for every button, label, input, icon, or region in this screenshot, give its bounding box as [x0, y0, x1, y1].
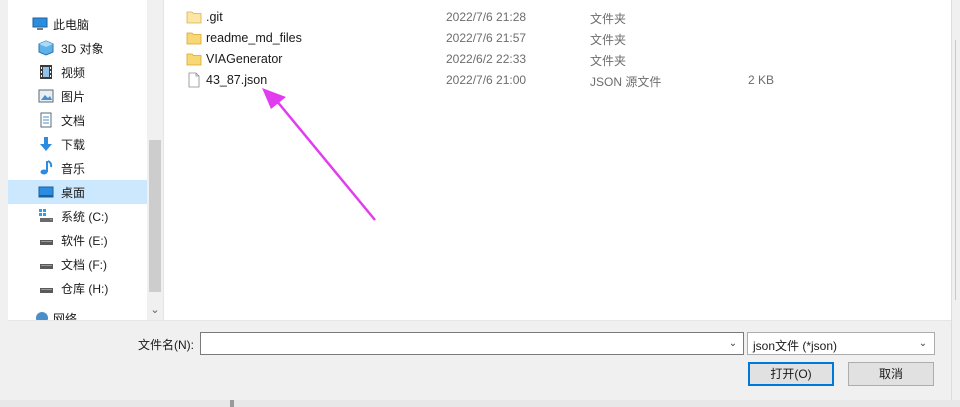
nav-item-pictures[interactable]: 图片	[8, 84, 147, 108]
pictures-icon	[38, 89, 54, 103]
navigation-pane: 此电脑 3D 对象 视频 图片 文档 下载 音乐 桌面 系统 (C:) 软件 (…	[8, 0, 147, 320]
nav-item-label: 仓库 (H:)	[61, 282, 109, 296]
nav-item-label: 网络	[53, 312, 78, 320]
nav-item-network[interactable]: 网络	[8, 304, 147, 320]
file-list: .git 2022/7/6 21:28 文件夹 readme_md_files …	[164, 0, 951, 320]
open-button[interactable]: 打开(O)	[748, 362, 834, 386]
nav-item-desktop[interactable]: 桌面	[8, 180, 147, 204]
desktop-icon	[38, 186, 54, 198]
folder-icon	[186, 32, 202, 45]
nav-scrollbar[interactable]: ⌄	[147, 0, 163, 320]
nav-item-downloads[interactable]: 下载	[8, 132, 147, 156]
nav-item-documents[interactable]: 文档	[8, 108, 147, 132]
computer-icon	[32, 17, 48, 30]
nav-item-label: 图片	[61, 90, 86, 104]
file-name: VIAGenerator	[206, 52, 283, 66]
file-row[interactable]: VIAGenerator 2022/6/2 22:33 文件夹	[164, 48, 951, 69]
folder-icon	[186, 11, 202, 24]
nav-item-music[interactable]: 音乐	[8, 156, 147, 180]
chevron-down-icon[interactable]: ⌄	[914, 333, 932, 354]
window-bottom-edge	[0, 400, 960, 407]
file-type: 文件夹	[590, 33, 627, 47]
cancel-button[interactable]: 取消	[848, 362, 934, 386]
file-name: readme_md_files	[206, 31, 302, 45]
filename-combobox[interactable]: ⌄	[200, 332, 744, 355]
nav-item-drive-h[interactable]: 仓库 (H:)	[8, 276, 147, 300]
network-icon	[36, 312, 48, 320]
drive-icon	[40, 240, 53, 245]
nav-item-label: 软件 (E:)	[61, 234, 108, 248]
file-type: JSON 源文件	[590, 75, 662, 89]
nav-item-label: 音乐	[61, 162, 86, 176]
chevron-down-icon[interactable]: ⌄	[147, 302, 163, 318]
nav-item-label: 下载	[61, 138, 86, 152]
file-size: 2 KB	[748, 73, 775, 87]
file-row[interactable]: .git 2022/7/6 21:28 文件夹	[164, 6, 951, 27]
file-date: 2022/7/6 21:57	[446, 31, 527, 45]
3d-objects-icon	[38, 40, 54, 56]
json-file-icon	[188, 72, 200, 88]
download-icon	[40, 137, 52, 151]
nav-item-label: 此电脑	[53, 18, 90, 32]
nav-item-3d-objects[interactable]: 3D 对象	[8, 36, 147, 60]
window-frame-left	[0, 0, 8, 407]
chevron-down-icon[interactable]: ⌄	[723, 333, 743, 354]
nav-item-this-pc[interactable]: 此电脑	[8, 12, 147, 36]
nav-item-drive-f[interactable]: 文档 (F:)	[8, 252, 147, 276]
file-date: 2022/6/2 22:33	[446, 52, 527, 66]
nav-item-drive-c[interactable]: 系统 (C:)	[8, 204, 147, 228]
dialog-bottom-panel: 文件名(N): ⌄ json文件 (*json) ⌄ 打开(O) 取消	[8, 320, 951, 400]
file-type: 文件夹	[590, 12, 627, 26]
video-icon	[40, 65, 52, 79]
scrollbar-thumb[interactable]	[149, 140, 161, 292]
system-drive-icon	[39, 209, 53, 222]
nav-item-drive-e[interactable]: 软件 (E:)	[8, 228, 147, 252]
nav-item-label: 桌面	[61, 186, 86, 200]
file-name: .git	[206, 10, 223, 24]
file-type: 文件夹	[590, 54, 627, 68]
nav-item-label: 系统 (C:)	[61, 210, 109, 224]
nav-item-label: 文档	[61, 114, 86, 128]
file-name: 43_87.json	[206, 73, 268, 87]
filename-label: 文件名(N):	[138, 338, 194, 352]
nav-item-label: 视频	[61, 66, 86, 80]
music-icon	[40, 160, 53, 175]
window-frame-right	[951, 0, 960, 407]
filename-input[interactable]	[203, 335, 717, 354]
file-date: 2022/7/6 21:28	[446, 10, 527, 24]
drive-icon	[40, 264, 53, 269]
file-date: 2022/7/6 21:00	[446, 73, 527, 87]
file-type-filter[interactable]: json文件 (*json) ⌄	[747, 332, 935, 355]
folder-icon	[186, 53, 202, 66]
nav-item-label: 文档 (F:)	[61, 258, 107, 272]
file-row[interactable]: readme_md_files 2022/7/6 21:57 文件夹	[164, 27, 951, 48]
nav-item-label: 3D 对象	[61, 42, 104, 56]
drive-icon	[40, 288, 53, 293]
file-row[interactable]: 43_87.json 2022/7/6 21:00 JSON 源文件 2 KB	[164, 69, 951, 90]
file-type-filter-value: json文件 (*json)	[753, 339, 838, 353]
nav-item-video[interactable]: 视频	[8, 60, 147, 84]
documents-icon	[40, 112, 52, 128]
